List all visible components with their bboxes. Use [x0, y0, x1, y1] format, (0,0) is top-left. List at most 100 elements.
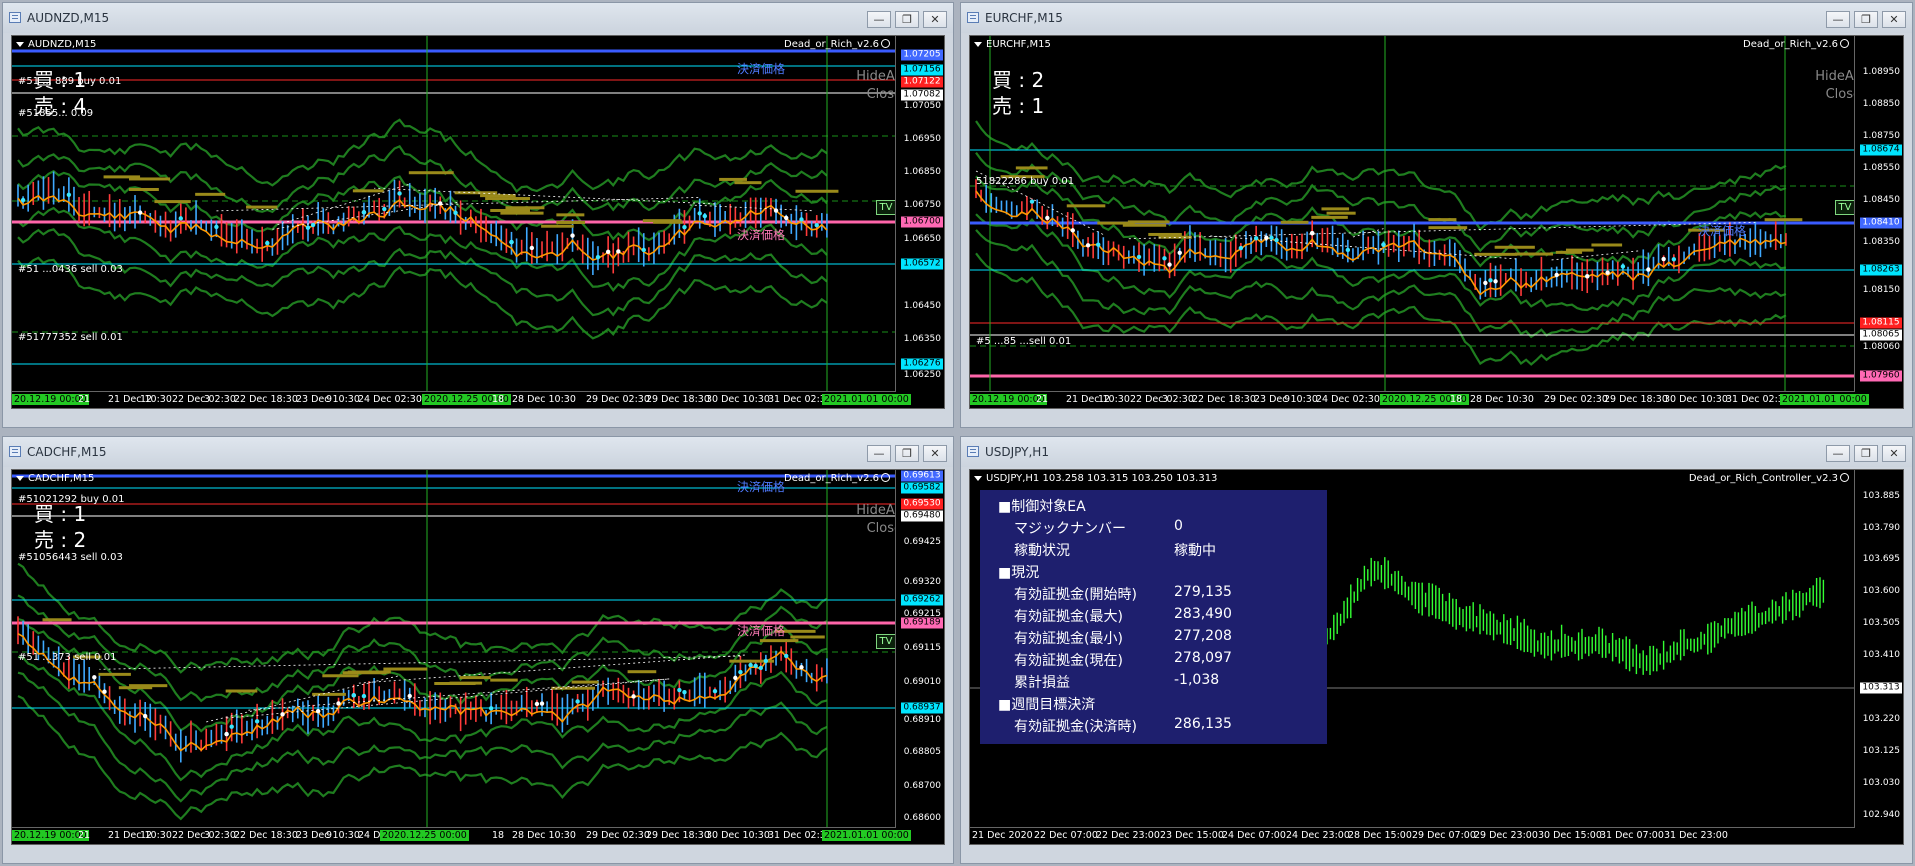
- zone-marker: [1066, 204, 1106, 208]
- zone-marker: [571, 680, 599, 684]
- zone-marker: [312, 692, 346, 696]
- close-button[interactable]: ✕: [1882, 445, 1906, 462]
- panel-value: 稼動中: [1174, 543, 1216, 559]
- price-tag: 1.08115: [1860, 317, 1902, 329]
- signal-dot: [1029, 199, 1035, 204]
- chart-window-eurchf[interactable]: EURCHF,M15 — ❐ ✕ EURCHF,M15 Dead_or_Rich…: [960, 2, 1913, 428]
- restore-button[interactable]: ❐: [895, 445, 919, 462]
- window-titlebar[interactable]: USDJPY,H1 — ❐ ✕: [961, 437, 1912, 467]
- chart-window-cadchf[interactable]: CADCHF,M15 — ❐ ✕ CADCHF,M15 Dead_or_Rich…: [2, 436, 954, 864]
- price-axis[interactable]: 103.885 103.790 103.695 103.600 103.505 …: [1854, 470, 1903, 828]
- time-label: 29 Dec 18:30: [1604, 394, 1668, 405]
- price-tag: 103.313: [1860, 682, 1902, 694]
- zone-marker: [408, 171, 454, 175]
- signal-dot: [539, 701, 545, 706]
- close-button[interactable]: ✕: [923, 11, 947, 28]
- time-label: 29 Dec 18:30: [646, 830, 710, 841]
- price-tag: 1.07082: [901, 89, 943, 101]
- time-axis[interactable]: 21 Dec 2020 22 Dec 07:00 22 Dec 23:00 23…: [970, 827, 1855, 844]
- time-label: 3: [204, 394, 211, 405]
- price-label: 103.600: [1862, 586, 1900, 596]
- signal-dot: [229, 724, 234, 729]
- zone-marker: [383, 667, 428, 671]
- chart-window-icon: [967, 12, 979, 23]
- price-axis[interactable]: 1.08950 1.08850 1.08750 1.08674 1.08550 …: [1854, 36, 1903, 392]
- panel-value: 0: [1174, 518, 1183, 534]
- time-axis[interactable]: 20.12.19 00:00 21 21 Dec 10:30 12 22 Dec…: [12, 827, 911, 844]
- zone-marker: [1764, 218, 1803, 222]
- zone-marker: [490, 678, 518, 682]
- signal-dot: [1309, 230, 1315, 236]
- dropdown-triangle-icon[interactable]: [16, 41, 24, 47]
- window-title: CADCHF,M15: [27, 445, 107, 459]
- signal-dot: [336, 701, 341, 706]
- time-label: 21: [78, 394, 91, 405]
- time-label: 29 Dec 23:00: [1474, 830, 1538, 841]
- time-label: 24 Dec 02:30: [1316, 394, 1380, 405]
- signal-dot: [1045, 215, 1050, 221]
- signal-dot: [453, 210, 458, 216]
- tv-button[interactable]: TV: [1835, 200, 1855, 215]
- zone-marker: [1280, 220, 1309, 224]
- price-chart[interactable]: USDJPY,H1 103.258 103.315 103.250 103.31…: [969, 469, 1904, 845]
- restore-button[interactable]: ❐: [895, 11, 919, 28]
- price-chart[interactable]: EURCHF,M15 Dead_or_Rich_v2.6 買 : 2 売 : 1…: [969, 35, 1904, 409]
- price-chart[interactable]: AUDNZD,M15 Dead_or_Rich_v2.6 買 : 1 売 : 4…: [11, 35, 945, 409]
- signal-dot: [1605, 270, 1610, 275]
- restore-button[interactable]: ❐: [1854, 11, 1878, 28]
- panel-label: マジックナンバー: [1014, 521, 1126, 537]
- zone-marker: [480, 194, 516, 198]
- price-label: 0.68600: [903, 813, 941, 823]
- dropdown-triangle-icon[interactable]: [16, 475, 24, 481]
- price-tag: 1.08263: [1860, 264, 1902, 276]
- window-titlebar[interactable]: CADCHF,M15 — ❐ ✕: [3, 437, 953, 467]
- minimize-button[interactable]: —: [1826, 445, 1850, 462]
- price-label: 1.06950: [903, 134, 941, 144]
- price-tag: 0.69480: [901, 510, 943, 522]
- signal-dot: [407, 693, 412, 699]
- time-axis[interactable]: 20.12.19 00:00 21 21 Dec 10:30 12 22 Dec…: [12, 391, 911, 408]
- time-axis[interactable]: 20.12.19 00:00 21 21 Dec 10:30 12 22 Dec…: [970, 391, 1869, 408]
- dropdown-triangle-icon[interactable]: [974, 41, 982, 47]
- sell-count: 売 : 1: [992, 94, 1045, 118]
- zone-marker: [1515, 252, 1554, 256]
- dropdown-triangle-icon[interactable]: [974, 475, 982, 481]
- close-button[interactable]: ✕: [1882, 11, 1906, 28]
- minimize-button[interactable]: —: [1826, 11, 1850, 28]
- time-label: 28 Dec 10:30: [512, 830, 576, 841]
- signal-dot: [1085, 243, 1091, 248]
- minimize-button[interactable]: —: [867, 445, 891, 462]
- tv-button[interactable]: TV: [876, 634, 896, 649]
- signal-dot: [1274, 237, 1279, 243]
- zone-marker: [500, 211, 544, 215]
- price-label: 1.08060: [1862, 342, 1900, 352]
- ea-name-label: Dead_or_Rich_v2.6: [784, 473, 890, 484]
- zone-marker: [1474, 252, 1518, 256]
- signal-dot: [1136, 254, 1142, 260]
- close-button[interactable]: ✕: [923, 445, 947, 462]
- tv-button[interactable]: TV: [876, 200, 896, 215]
- time-label: 12: [140, 394, 153, 405]
- price-label: 103.030: [1862, 778, 1900, 788]
- restore-button[interactable]: ❐: [1854, 445, 1878, 462]
- chart-window-usdjpy[interactable]: USDJPY,H1 — ❐ ✕ USDJPY,H1 103.258 103.31…: [960, 436, 1913, 864]
- ea-name-label: Dead_or_Rich_v2.6: [1743, 39, 1849, 50]
- price-axis[interactable]: 0.69613 0.69582 0.69530 0.69480 0.69425 …: [895, 470, 944, 828]
- panel-value: 283,490: [1174, 606, 1232, 622]
- price-axis[interactable]: 1.07205 1.07156 1.07122 1.07082 1.07050 …: [895, 36, 944, 392]
- chart-window-audnzd[interactable]: AUDNZD,M15 — ❐ ✕ AUDNZD,M15 Dead_or_Rich…: [2, 2, 954, 428]
- price-label: 103.505: [1862, 618, 1900, 628]
- signal-dot: [773, 208, 779, 213]
- window-titlebar[interactable]: EURCHF,M15 — ❐ ✕: [961, 3, 1912, 33]
- signal-dot: [1345, 247, 1351, 253]
- price-label: 1.06250: [903, 370, 941, 380]
- price-tag: 1.06700: [901, 216, 943, 228]
- time-label: 22 Dec 18:30: [1192, 394, 1256, 405]
- time-label: 3: [204, 830, 211, 841]
- window-titlebar[interactable]: AUDNZD,M15 — ❐ ✕: [3, 3, 953, 33]
- signal-dot: [1070, 228, 1075, 233]
- chart-symbol-header: EURCHF,M15: [974, 39, 1051, 50]
- price-chart[interactable]: CADCHF,M15 Dead_or_Rich_v2.6 買 : 1 売 : 2…: [11, 469, 945, 845]
- minimize-button[interactable]: —: [867, 11, 891, 28]
- zone-marker: [485, 197, 530, 201]
